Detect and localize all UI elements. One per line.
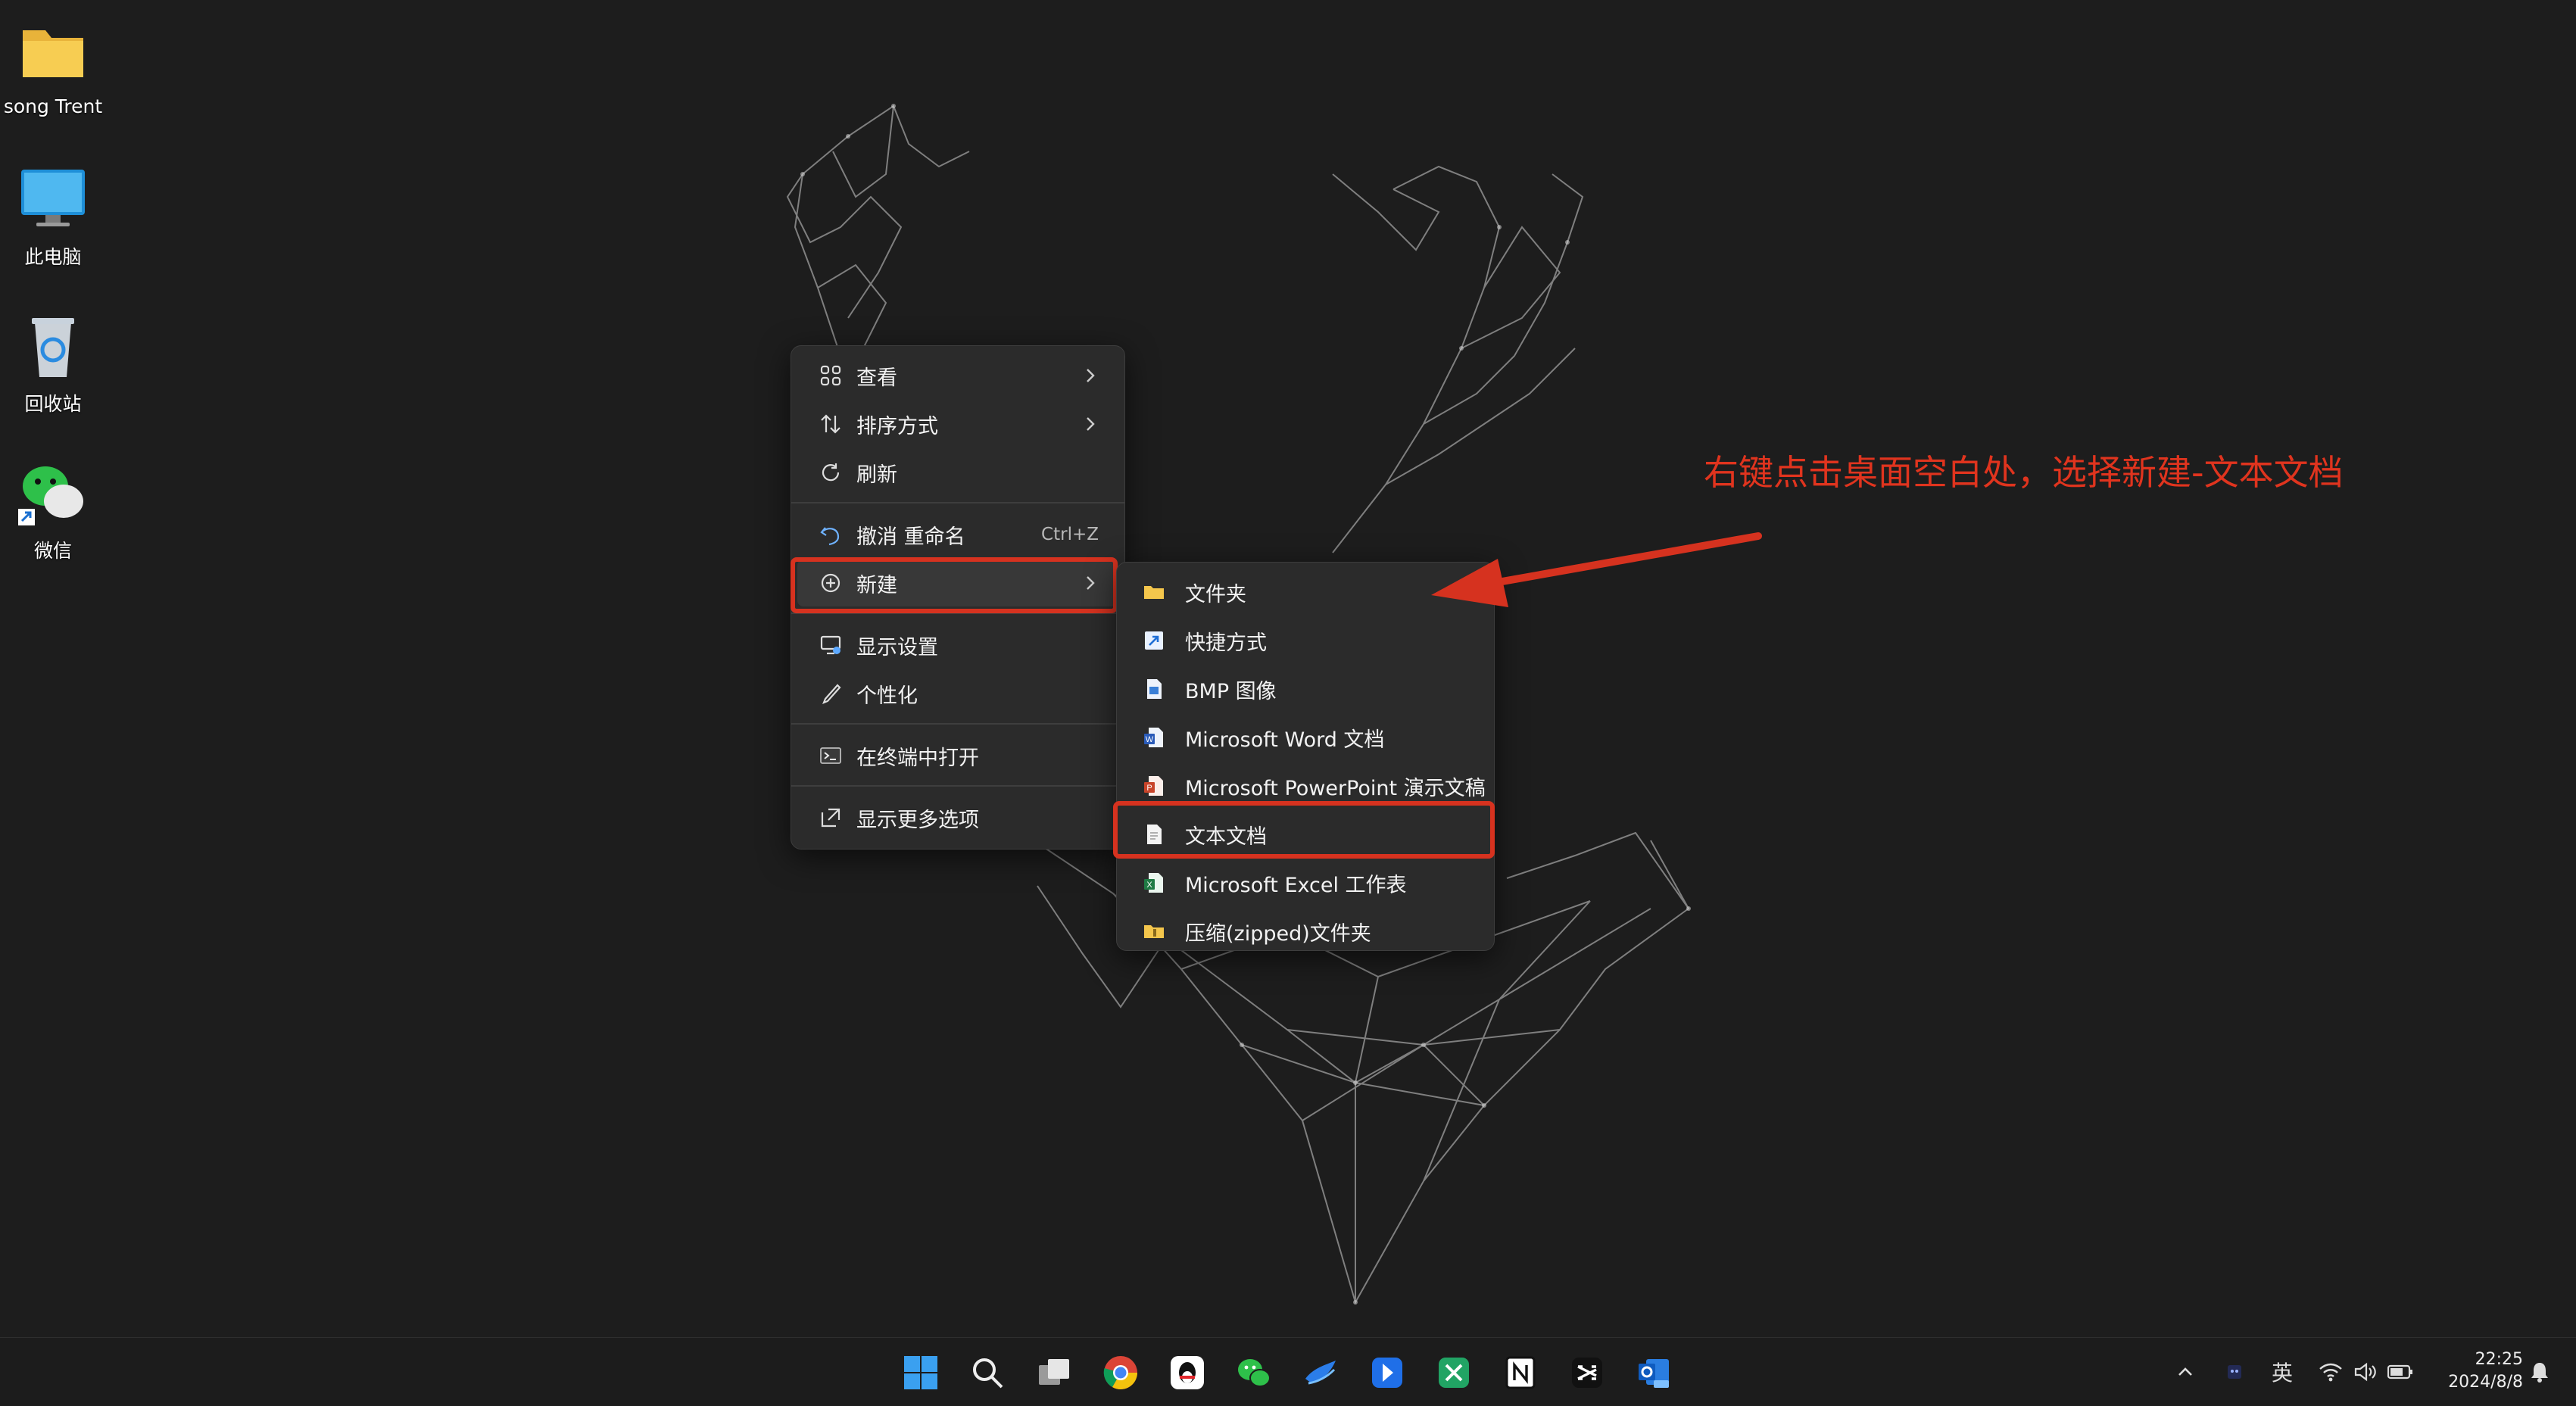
bmp-icon [1141,676,1167,702]
chevron-right-icon [1087,417,1095,431]
menu-item-label: 排序方式 [856,414,938,438]
menu-item-sort-by[interactable]: 排序方式 [797,401,1118,447]
svg-text:W: W [1146,735,1154,744]
battery-icon[interactable] [2385,1355,2415,1389]
svg-text:P: P [1146,784,1152,793]
menu-item-label: 撤消 重命名 [856,525,965,549]
svg-text:X: X [1146,881,1152,890]
brush-icon [816,678,846,709]
menu-item-show-more-options[interactable]: 显示更多选项 [797,794,1118,841]
menu-item-undo-rename[interactable]: 撤消 重命名 Ctrl+Z [797,511,1118,558]
chrome-icon[interactable] [1099,1351,1142,1394]
menu-item-label: 显示设置 [856,635,938,659]
ime-indicator[interactable]: 英 [2267,1355,2297,1389]
submenu-item-label: Microsoft Excel 工作表 [1185,873,1407,897]
submenu-item-zip-folder[interactable]: 压缩(zipped)文件夹 [1123,908,1488,955]
menu-item-shortcut: Ctrl+Z [1041,525,1099,544]
wechat-icon [18,466,83,525]
menu-separator [791,723,1124,725]
desktop-icon-wechat[interactable]: 微信 [0,454,106,563]
refresh-icon [816,457,846,488]
clock-date: 2024/8/8 [2448,1373,2523,1392]
folder-icon [1141,579,1167,605]
qq-icon[interactable] [1166,1351,1208,1394]
capcut-icon[interactable] [1566,1351,1608,1394]
submenu-item-excel-worksheet[interactable]: X Microsoft Excel 工作表 [1123,859,1488,906]
desktop-icon-user-folder[interactable]: song Trent [0,14,106,117]
desktop-icon-label: song Trent [3,95,103,117]
app-bird-icon[interactable] [1299,1351,1342,1394]
menu-separator [791,785,1124,787]
word-icon: W [1141,725,1167,750]
menu-item-display-settings[interactable]: 显示设置 [797,622,1118,669]
menu-item-refresh[interactable]: 刷新 [797,449,1118,496]
shortcut-icon [1141,628,1167,653]
submenu-item-shortcut[interactable]: 快捷方式 [1123,617,1488,664]
taskbar-clock[interactable]: 22:25 2024/8/8 [2448,1348,2523,1394]
task-view-icon[interactable] [1033,1351,1075,1394]
powerpoint-icon: P [1141,773,1167,799]
desktop-icon-label: 微信 [33,540,72,562]
wechat-icon[interactable] [1233,1351,1275,1394]
wifi-icon[interactable] [2316,1355,2346,1389]
instruction-annotation: 右键点击桌面空白处，选择新建-文本文档 [1704,452,2344,493]
submenu-item-label: BMP 图像 [1185,679,1277,703]
volume-icon[interactable] [2350,1355,2381,1389]
excel-icon: X [1141,870,1167,896]
menu-item-label: 显示更多选项 [856,808,979,832]
app-green-x-icon[interactable] [1433,1351,1475,1394]
submenu-item-label: Microsoft PowerPoint 演示文稿 [1185,776,1486,800]
notion-icon[interactable] [1499,1351,1542,1394]
menu-item-label: 个性化 [856,684,918,708]
menu-item-label: 查看 [856,366,897,390]
terminal-icon [816,740,846,771]
menu-item-label: 在终端中打开 [856,746,979,770]
chevron-up-icon[interactable] [2170,1355,2200,1389]
submenu-item-label: 压缩(zipped)文件夹 [1185,921,1371,946]
search-icon[interactable] [966,1351,1009,1394]
submenu-item-label: 文件夹 [1185,582,1246,606]
recycle-bin-icon [32,318,74,377]
notification-bell-icon[interactable] [2526,1355,2553,1389]
monitor-icon [21,170,85,226]
submenu-item-word-document[interactable]: W Microsoft Word 文档 [1123,714,1488,761]
menu-separator [791,502,1124,503]
more-options-icon [816,803,846,833]
annotation-arrow-icon [1431,532,1762,607]
sort-icon [816,409,846,439]
tray-app-icon[interactable] [2222,1355,2247,1389]
display-settings-icon [816,630,846,660]
desktop-icon-this-pc[interactable]: 此电脑 [0,161,106,270]
zip-folder-icon [1141,918,1167,944]
outlook-new-icon[interactable] [1633,1351,1675,1394]
undo-icon [816,519,846,550]
menu-item-personalize[interactable]: 个性化 [797,670,1118,717]
submenu-item-bmp-image[interactable]: BMP 图像 [1123,666,1488,712]
desktop-icon-recycle-bin[interactable]: 回收站 [0,307,106,416]
highlight-box-new [791,557,1118,613]
app-arrow-icon[interactable] [1366,1351,1408,1394]
folder-icon [23,30,83,77]
clock-time: 22:25 [2475,1350,2523,1369]
submenu-item-label: 快捷方式 [1185,631,1267,655]
desktop-icon-label: 回收站 [24,393,82,415]
chevron-right-icon [1087,369,1095,382]
taskbar: 英 22:25 2024/8/8 [0,1337,2576,1406]
grid-icon [816,360,846,391]
highlight-box-text-document [1113,801,1495,859]
menu-item-open-in-terminal[interactable]: 在终端中打开 [797,732,1118,779]
windows-start-icon[interactable] [900,1351,942,1394]
desktop-icon-label: 此电脑 [24,246,82,268]
menu-item-view[interactable]: 查看 [797,352,1118,399]
submenu-item-label: Microsoft Word 文档 [1185,728,1385,752]
menu-item-label: 刷新 [856,463,897,487]
